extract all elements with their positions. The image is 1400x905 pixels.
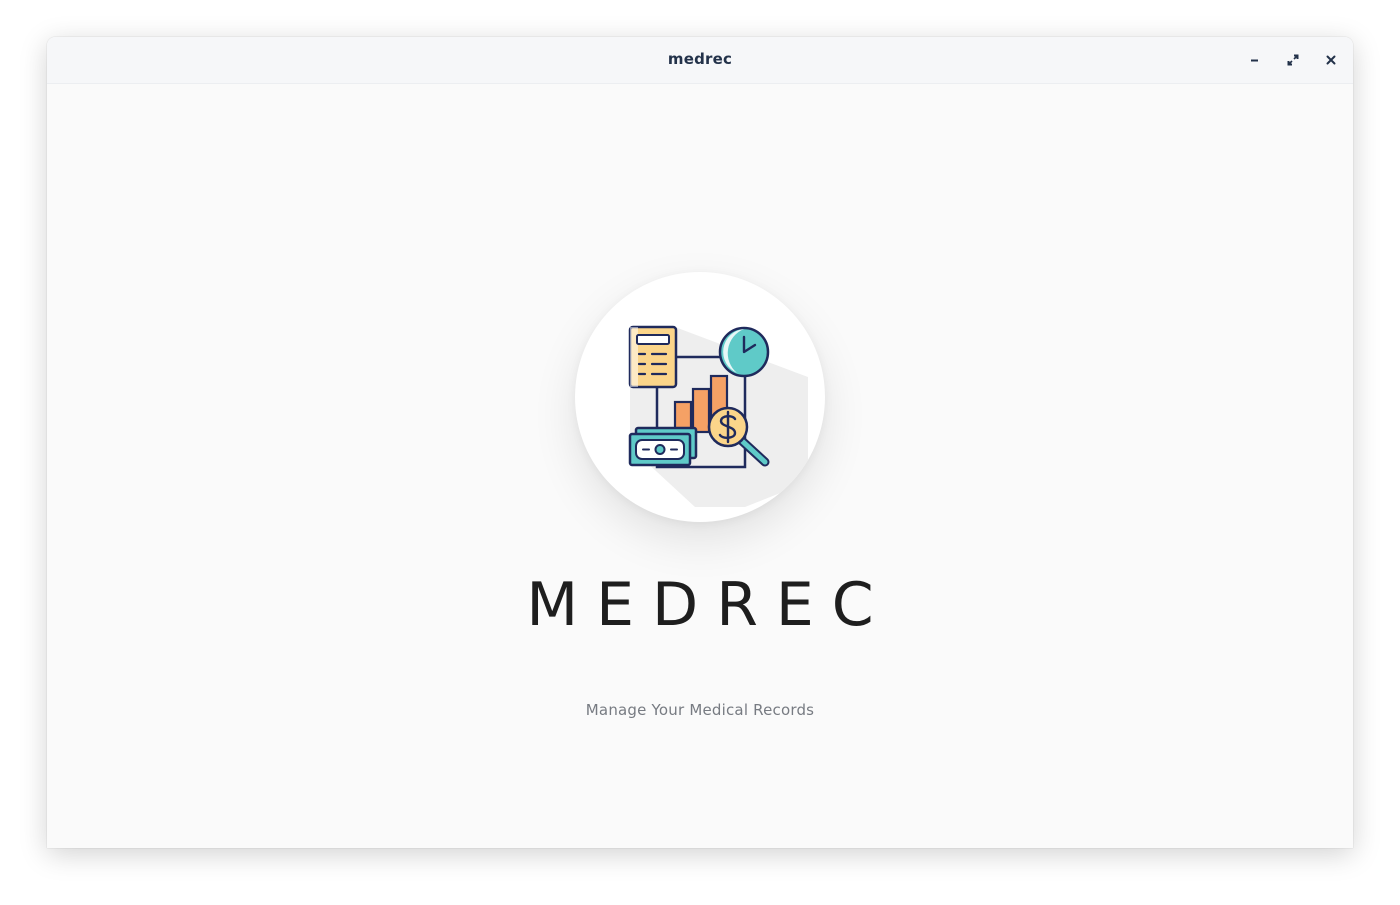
minimize-button[interactable] [1245,50,1265,70]
maximize-button[interactable] [1283,50,1303,70]
app-tagline: Manage Your Medical Records [585,701,815,719]
close-button[interactable] [1321,50,1341,70]
app-name-heading: MEDREC [526,570,892,640]
close-icon [1326,55,1336,65]
title-bar[interactable]: medrec [47,37,1353,84]
finance-report-icon [628,325,808,507]
splash-screen: MEDREC Manage Your Medical Records [47,84,1353,848]
logo-badge [575,272,825,522]
window-title: medrec [667,50,733,68]
app-window: medrec MEDREC Manage Your Medical Record… [47,37,1353,848]
maximize-icon [1287,54,1299,66]
minimize-icon [1251,59,1258,62]
